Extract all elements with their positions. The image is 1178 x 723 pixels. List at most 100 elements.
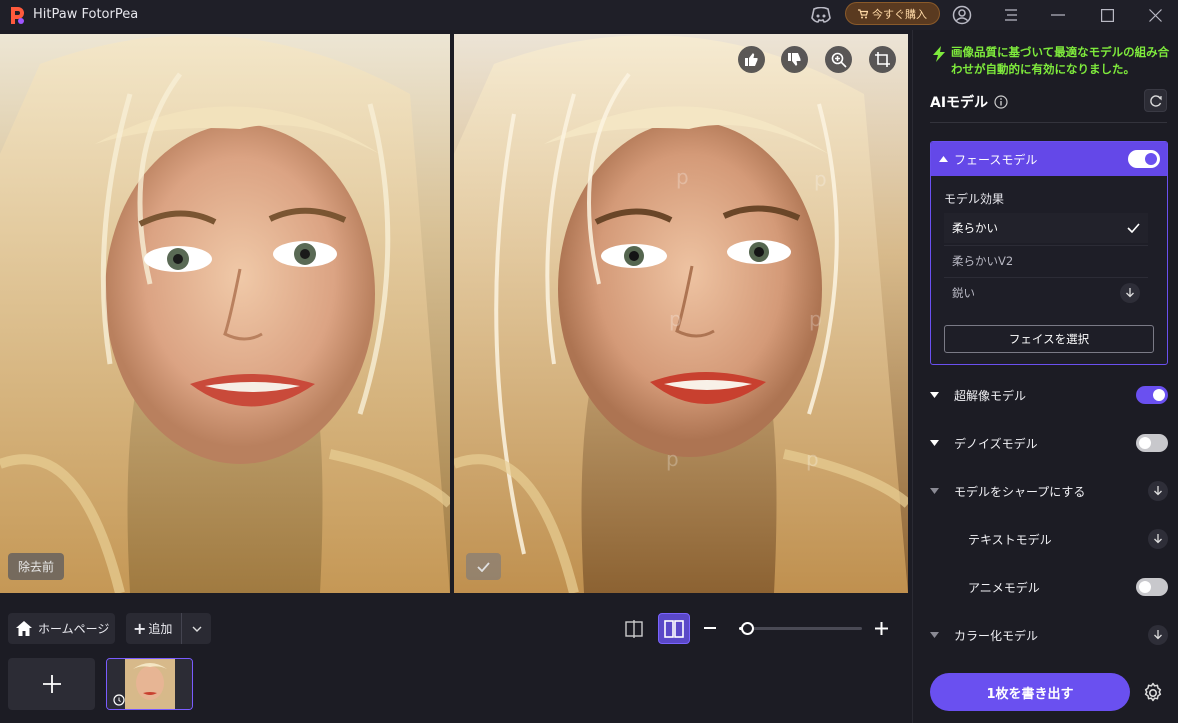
add-image-icon — [42, 675, 61, 693]
face-model-toggle[interactable] — [1128, 150, 1160, 168]
ai-model-title-text: AIモデル — [930, 95, 989, 111]
after-image-pane[interactable]: p p p p p p — [454, 34, 908, 593]
home-page-button[interactable]: ホームページ — [8, 613, 115, 644]
panel-divider — [930, 122, 1167, 123]
split-view-icon — [625, 619, 643, 638]
export-button[interactable]: 1枚を書き出す — [930, 673, 1130, 711]
home-page-label: ホームページ — [38, 622, 110, 636]
info-icon[interactable] — [994, 95, 1008, 109]
download-icon[interactable] — [1148, 481, 1168, 501]
split-view-button[interactable] — [618, 613, 650, 644]
check-icon — [477, 561, 490, 572]
zoom-slider-knob[interactable] — [741, 622, 754, 635]
side-by-side-icon — [664, 619, 684, 638]
face-option-label: 鋭い — [952, 285, 975, 300]
chevron-down-icon — [192, 626, 201, 632]
select-face-button[interactable]: フェイスを選択 — [944, 325, 1154, 353]
crop-button[interactable] — [869, 46, 896, 73]
denoise-model-row[interactable]: デノイズモデル — [930, 429, 1168, 457]
ai-model-title: AIモデル — [930, 92, 1008, 112]
zoom-out-button[interactable] — [700, 614, 720, 642]
super-resolution-model-row[interactable]: 超解像モデル — [930, 381, 1168, 409]
expand-triangle-icon — [930, 392, 944, 398]
colorize-model-row[interactable]: カラー化モデル — [930, 621, 1168, 649]
face-option-sharp[interactable]: 鋭い — [944, 277, 1148, 307]
gear-icon[interactable] — [1142, 682, 1164, 704]
thumbs-up-button[interactable] — [738, 46, 765, 73]
add-button-group: + 追加 — [126, 613, 211, 644]
thumbs-up-icon — [745, 53, 758, 66]
buy-now-label: 今すぐ購入 — [872, 7, 927, 21]
anime-toggle[interactable] — [1136, 578, 1168, 596]
maximize-icon[interactable] — [1096, 4, 1118, 26]
thumbnail-image — [107, 659, 192, 709]
auto-model-notice: 画像品質に基づいて最適なモデルの組み合わせが自動的に有効になりました。 — [933, 44, 1175, 78]
svg-text:p: p — [809, 307, 822, 331]
ai-model-panel: 画像品質に基づいて最適なモデルの組み合わせが自動的に有効になりました。 AIモデ… — [912, 30, 1178, 723]
svg-text:p: p — [666, 447, 679, 471]
model-label: デノイズモデル — [954, 436, 1038, 451]
minus-icon — [704, 627, 716, 629]
zoom-in-button[interactable] — [825, 46, 852, 73]
expand-triangle-icon — [930, 632, 944, 638]
account-icon[interactable] — [951, 4, 973, 26]
reset-models-button[interactable] — [1144, 89, 1167, 112]
expand-triangle-icon — [930, 440, 944, 446]
collapse-triangle-icon — [939, 156, 948, 162]
svg-text:p: p — [676, 165, 689, 189]
svg-text:p: p — [669, 307, 682, 331]
face-model-header[interactable]: フェースモデル — [931, 142, 1167, 176]
close-icon[interactable] — [1144, 4, 1166, 26]
side-by-side-view-button[interactable] — [658, 613, 690, 644]
crop-icon — [875, 52, 890, 67]
app-logo-icon — [11, 7, 24, 24]
add-dropdown-button[interactable] — [182, 626, 211, 632]
after-photo: p p p p p p — [454, 34, 908, 593]
face-option-soft-v2[interactable]: 柔らかいV2 — [944, 245, 1148, 275]
refresh-icon — [1149, 94, 1162, 107]
add-button[interactable]: + 追加 — [126, 613, 182, 644]
discord-icon[interactable] — [808, 4, 834, 26]
expand-triangle-icon — [930, 488, 944, 494]
app-window: HitPaw FotorPea 今すぐ購入 除去前 p p p p p p ホー… — [0, 0, 1178, 723]
home-icon — [16, 621, 32, 636]
face-option-label: 柔らかいV2 — [952, 253, 1014, 268]
add-label: 追加 — [148, 622, 173, 636]
download-icon[interactable] — [1120, 283, 1140, 303]
download-icon[interactable] — [1148, 625, 1168, 645]
add-image-tile[interactable] — [8, 658, 95, 710]
sharpen-model-row[interactable]: モデルをシャープにする — [930, 477, 1168, 505]
face-model-section: フェースモデル モデル効果 柔らかい 柔らかいV2 鋭い フェイスを選択 — [930, 141, 1168, 365]
thumbs-down-icon — [788, 53, 801, 66]
denoise-toggle[interactable] — [1136, 434, 1168, 452]
app-title: HitPaw FotorPea — [33, 7, 139, 22]
svg-text:p: p — [814, 167, 827, 191]
text-model-row[interactable]: テキストモデル — [930, 525, 1168, 553]
minimize-icon[interactable] — [1047, 4, 1069, 26]
after-check-chip — [466, 553, 501, 580]
menu-icon[interactable] — [1001, 4, 1021, 26]
cart-icon — [858, 8, 868, 18]
zoom-in-icon — [831, 52, 847, 68]
title-bar: HitPaw FotorPea 今すぐ購入 — [0, 0, 1178, 30]
zoom-in-plus-button[interactable] — [871, 614, 891, 642]
face-option-soft[interactable]: 柔らかい — [944, 213, 1148, 243]
before-photo — [0, 34, 450, 593]
before-image-pane[interactable] — [0, 34, 450, 593]
model-label: アニメモデル — [968, 580, 1040, 595]
notice-text: 画像品質に基づいて最適なモデルの組み合わせが自動的に有効になりました。 — [951, 45, 1170, 76]
model-label: カラー化モデル — [954, 628, 1039, 643]
plus-icon: + — [133, 619, 147, 638]
download-icon[interactable] — [1148, 529, 1168, 549]
buy-now-button[interactable]: 今すぐ購入 — [845, 2, 940, 25]
model-label: モデルをシャープにする — [954, 484, 1086, 499]
super-resolution-toggle[interactable] — [1136, 386, 1168, 404]
zoom-slider[interactable] — [739, 622, 862, 635]
lightning-icon — [933, 46, 945, 62]
before-label: 除去前 — [8, 553, 65, 580]
check-icon — [1127, 223, 1140, 233]
image-thumbnail[interactable] — [106, 658, 193, 710]
plus-icon — [874, 621, 888, 635]
thumbs-down-button[interactable] — [781, 46, 808, 73]
anime-model-row[interactable]: アニメモデル — [930, 573, 1168, 601]
